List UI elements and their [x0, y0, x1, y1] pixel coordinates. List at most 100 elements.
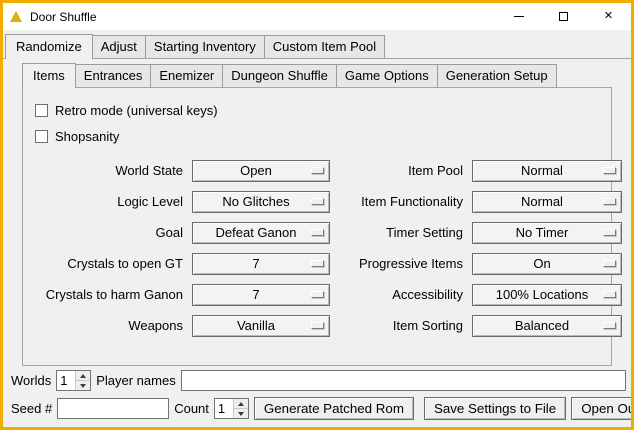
window: Door Shuffle ✕ Randomize Adjust Starting… — [0, 0, 634, 430]
tab-custom-item-pool[interactable]: Custom Item Pool — [264, 35, 385, 58]
progressive-items-dropdown[interactable]: On — [472, 253, 622, 275]
goal-label: Goal — [31, 217, 183, 248]
worlds-row: Worlds Player names — [11, 370, 626, 391]
crystals-to-open-gt-label: Crystals to open GT — [31, 248, 183, 279]
spin-up-icon — [238, 402, 244, 406]
open-output-directory-button[interactable]: Open Output Directory — [571, 397, 634, 420]
item-functionality-dropdown[interactable]: Normal — [472, 191, 622, 213]
tab-game-options[interactable]: Game Options — [336, 64, 438, 87]
shopsanity-label: Shopsanity — [55, 129, 119, 144]
player-names-input[interactable] — [181, 370, 626, 391]
world-state-dropdown[interactable]: Open — [192, 160, 330, 182]
app-icon — [8, 9, 24, 25]
tab-randomize[interactable]: Randomize — [5, 34, 93, 59]
seed-input[interactable] — [57, 398, 169, 419]
weapons-dropdown[interactable]: Vanilla — [192, 315, 330, 337]
goal-value: Defeat Ganon — [193, 225, 329, 240]
crystals-to-open-gt-dropdown[interactable]: 7 — [192, 253, 330, 275]
spin-up-icon — [80, 374, 86, 378]
worlds-spin-down-button[interactable] — [76, 380, 90, 390]
seed-label: Seed # — [11, 401, 52, 416]
worlds-label: Worlds — [11, 373, 51, 388]
options-grid: World State Open Item Pool Normal Logic … — [31, 155, 606, 341]
close-icon: ✕ — [604, 11, 613, 22]
crystals-to-open-gt-value: 7 — [193, 256, 329, 271]
timer-setting-label: Timer Setting — [339, 217, 463, 248]
tab-dungeon-shuffle[interactable]: Dungeon Shuffle — [222, 64, 337, 87]
titlebar: Door Shuffle ✕ — [3, 3, 631, 30]
goal-dropdown[interactable]: Defeat Ganon — [192, 222, 330, 244]
minimize-button[interactable] — [496, 3, 541, 30]
retro-mode-checkbox[interactable] — [35, 104, 48, 117]
worlds-spin-up-button[interactable] — [76, 371, 90, 380]
dropdown-indicator-icon — [311, 198, 324, 205]
close-button[interactable]: ✕ — [586, 3, 631, 30]
crystals-to-harm-ganon-label: Crystals to harm Ganon — [31, 279, 183, 310]
logic-level-label: Logic Level — [31, 186, 183, 217]
progressive-items-value: On — [473, 256, 621, 271]
logic-level-value: No Glitches — [193, 194, 329, 209]
dropdown-indicator-icon — [311, 229, 324, 236]
dropdown-indicator-icon — [311, 167, 324, 174]
bottom-bar: Worlds Player names Seed # Count — [3, 366, 631, 427]
tab-items[interactable]: Items — [22, 63, 76, 88]
item-pool-value: Normal — [473, 163, 621, 178]
spin-down-icon — [80, 384, 86, 388]
player-names-label: Player names — [96, 373, 175, 388]
progressive-items-label: Progressive Items — [339, 248, 463, 279]
item-sorting-label: Item Sorting — [339, 310, 463, 341]
spin-down-icon — [238, 412, 244, 416]
timer-setting-dropdown[interactable]: No Timer — [472, 222, 622, 244]
crystals-to-harm-ganon-value: 7 — [193, 287, 329, 302]
count-input[interactable] — [215, 399, 233, 418]
tab-starting-inventory[interactable]: Starting Inventory — [145, 35, 265, 58]
accessibility-value: 100% Locations — [473, 287, 621, 302]
item-pool-dropdown[interactable]: Normal — [472, 160, 622, 182]
item-sorting-value: Balanced — [473, 318, 621, 333]
dropdown-indicator-icon — [603, 260, 616, 267]
tab-enemizer[interactable]: Enemizer — [150, 64, 223, 87]
dropdown-indicator-icon — [311, 291, 324, 298]
item-functionality-value: Normal — [473, 194, 621, 209]
maximize-icon — [559, 12, 568, 21]
tab-adjust[interactable]: Adjust — [92, 35, 146, 58]
world-state-value: Open — [193, 163, 329, 178]
count-spin-down-button[interactable] — [234, 408, 248, 418]
dropdown-indicator-icon — [311, 322, 324, 329]
worlds-input[interactable] — [57, 371, 75, 390]
dropdown-indicator-icon — [603, 167, 616, 174]
item-functionality-label: Item Functionality — [339, 186, 463, 217]
main-tab-bar: Randomize Adjust Starting Inventory Cust… — [3, 30, 631, 58]
crystals-to-harm-ganon-dropdown[interactable]: 7 — [192, 284, 330, 306]
items-pane: Retro mode (universal keys) Shopsanity W… — [22, 87, 612, 366]
shopsanity-row[interactable]: Shopsanity — [35, 126, 606, 146]
logic-level-dropdown[interactable]: No Glitches — [192, 191, 330, 213]
timer-setting-value: No Timer — [473, 225, 621, 240]
sub-tab-bar: Items Entrances Enemizer Dungeon Shuffle… — [22, 61, 612, 87]
generate-patched-rom-button[interactable]: Generate Patched Rom — [254, 397, 414, 420]
item-sorting-dropdown[interactable]: Balanced — [472, 315, 622, 337]
tab-generation-setup[interactable]: Generation Setup — [437, 64, 557, 87]
dropdown-indicator-icon — [603, 291, 616, 298]
dropdown-indicator-icon — [603, 229, 616, 236]
count-spin-up-button[interactable] — [234, 399, 248, 408]
randomize-pane: Items Entrances Enemizer Dungeon Shuffle… — [3, 58, 631, 366]
seed-row: Seed # Count Generate Patched Rom Save S… — [11, 397, 626, 420]
tab-entrances[interactable]: Entrances — [75, 64, 152, 87]
save-settings-button[interactable]: Save Settings to File — [424, 397, 566, 420]
dropdown-indicator-icon — [603, 322, 616, 329]
dropdown-indicator-icon — [311, 260, 324, 267]
worlds-spinner-arrows — [75, 371, 90, 390]
count-spinner-arrows — [233, 399, 248, 418]
minimize-icon — [514, 16, 524, 17]
accessibility-dropdown[interactable]: 100% Locations — [472, 284, 622, 306]
worlds-spinner[interactable] — [56, 370, 91, 391]
maximize-button[interactable] — [541, 3, 586, 30]
retro-mode-row[interactable]: Retro mode (universal keys) — [35, 100, 606, 120]
item-pool-label: Item Pool — [339, 155, 463, 186]
count-label: Count — [174, 401, 209, 416]
retro-mode-label: Retro mode (universal keys) — [55, 103, 218, 118]
count-spinner[interactable] — [214, 398, 249, 419]
window-controls: ✕ — [496, 3, 631, 30]
shopsanity-checkbox[interactable] — [35, 130, 48, 143]
